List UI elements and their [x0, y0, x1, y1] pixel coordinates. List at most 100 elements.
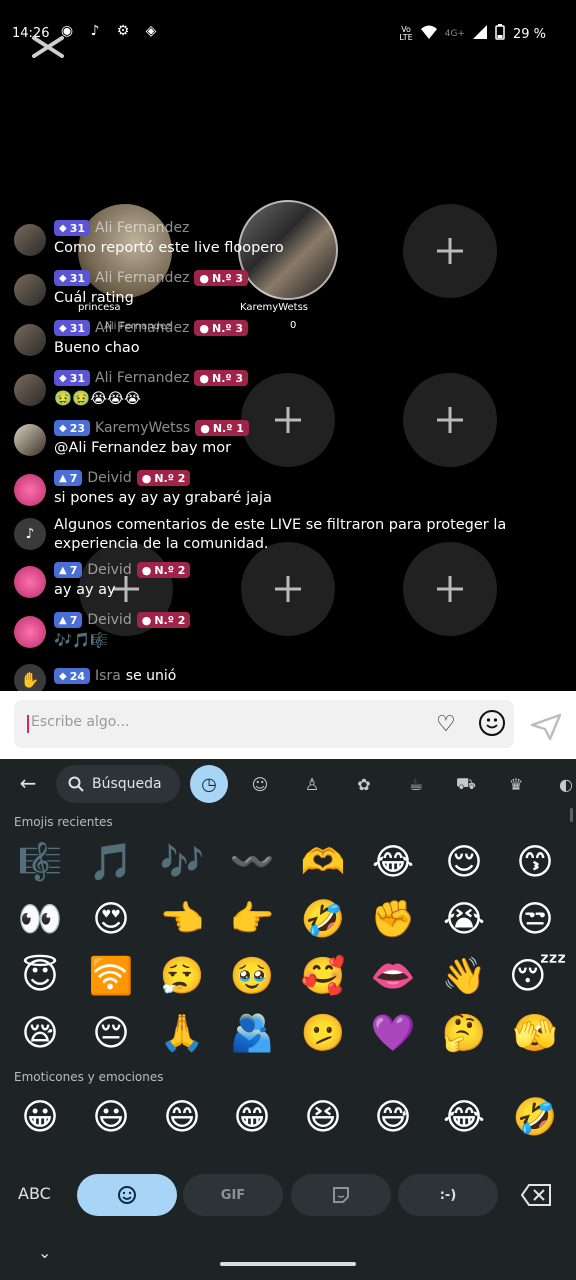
avatar[interactable] [14, 224, 46, 256]
sticker-tab[interactable] [291, 1174, 391, 1216]
objects-bulb-icon[interactable]: ◐ [552, 770, 576, 798]
emoji-key[interactable]: 💜 [367, 1008, 419, 1060]
heart-icon[interactable]: ♡ [436, 712, 462, 737]
status-notification-icons: ◉ ♪ ⚙ ◈ [58, 22, 160, 40]
emoji-key[interactable]: 🎶 [156, 837, 208, 889]
emoji-key[interactable]: 🫂 [226, 1008, 278, 1060]
emoji-key[interactable]: 👀 [14, 894, 66, 946]
capcut-logo-icon [32, 36, 64, 58]
avatar[interactable] [14, 566, 46, 598]
chat-username[interactable]: Deivid [87, 562, 131, 578]
text-cursor [27, 715, 29, 733]
chat-username[interactable]: Ali Fernandez [95, 320, 189, 336]
emoji-key[interactable]: 🤔 [438, 1008, 490, 1060]
chat-username[interactable]: Deivid [87, 612, 131, 628]
emoji-key[interactable]: 😴 [509, 951, 567, 1003]
emoji-key[interactable]: 😁 [226, 1092, 278, 1144]
backspace-icon[interactable] [520, 1183, 552, 1207]
emoji-key[interactable]: 😮‍💨 [156, 951, 208, 1003]
scrollbar[interactable] [570, 808, 573, 822]
back-arrow-icon[interactable]: ← [14, 771, 42, 799]
gif-tab[interactable]: GIF [183, 1174, 283, 1216]
abc-key[interactable]: ABC [18, 1184, 51, 1203]
empty-seat[interactable] [403, 542, 497, 636]
emoji-key[interactable]: 👋 [438, 951, 490, 1003]
chat-text: 🤢🤢😭😭😭 [54, 391, 141, 407]
emoji-key[interactable]: 👄 [367, 951, 419, 1003]
avatar[interactable] [14, 474, 46, 506]
level-badge: ◆ 24 [54, 668, 91, 684]
emoji-key[interactable]: 🎼 [14, 837, 66, 889]
avatar[interactable] [14, 374, 46, 406]
emoji-key[interactable]: 🥰 [297, 951, 349, 1003]
emoji-key[interactable]: 😭 [438, 894, 490, 946]
emoji-key[interactable]: 😌 [438, 837, 490, 889]
emoji-key[interactable]: 🥹 [226, 951, 278, 1003]
triangle-icon: ▲ [59, 614, 67, 626]
emoji-key[interactable]: 😆 [297, 1092, 349, 1144]
chat-text: @Ali Fernandez bay mor [54, 440, 232, 456]
nature-category-icon[interactable]: ✿ [350, 770, 378, 798]
person-category-icon[interactable]: ♙ [298, 770, 326, 798]
emoji-key[interactable]: 👈 [156, 894, 208, 946]
status-bar: 14:26 ◉ ♪ ⚙ ◈ Vo LTE 4G+ 29 % [0, 0, 576, 66]
emoji-key[interactable]: 🫣 [509, 1008, 561, 1060]
chat-username[interactable]: Isra [95, 668, 121, 684]
emoji-key[interactable]: 🛜 [85, 951, 137, 1003]
avatar[interactable] [14, 616, 46, 648]
emoji-key[interactable]: 😇 [14, 951, 66, 1003]
comment-input[interactable]: Escribe algo... ♡ [14, 700, 514, 748]
emoji-search[interactable]: Búsqueda [56, 765, 180, 803]
comment-bar: Escribe algo... ♡ [0, 691, 576, 759]
activity-trophy-icon[interactable]: ♛ [502, 770, 530, 798]
emoji-key[interactable]: 😔 [85, 1008, 137, 1060]
chat-username[interactable]: Deivid [87, 470, 131, 486]
emoji-key[interactable]: 😀 [14, 1092, 66, 1144]
emoji-key[interactable]: 🙏 [156, 1008, 208, 1060]
recent-clock-icon[interactable]: ◷ [190, 765, 228, 803]
emoji-key[interactable]: 😅 [367, 1092, 419, 1144]
emoji-key[interactable]: 😪 [14, 1008, 66, 1060]
hide-keyboard-chevron-icon[interactable]: ⌄ [38, 1243, 51, 1262]
avatar[interactable] [14, 324, 46, 356]
chat-username[interactable]: Ali Fernandez [95, 220, 189, 236]
avatar[interactable] [14, 424, 46, 456]
emoticon-tab[interactable]: :-) [398, 1174, 498, 1216]
emoji-key[interactable]: 〰️ [226, 837, 278, 889]
emoji-key[interactable]: 😂 [367, 837, 419, 889]
emoji-key[interactable]: 😒 [509, 894, 561, 946]
emoji-key[interactable]: 👉 [226, 894, 278, 946]
chat-username[interactable]: KaremyWetss [95, 420, 190, 436]
emoji-key[interactable]: ✊ [367, 894, 419, 946]
empty-seat[interactable] [403, 373, 497, 467]
fan-badge: ● N.º 2 [136, 562, 191, 578]
chat-username[interactable]: Ali Fernandez [95, 270, 189, 286]
level-badge: ◆ 31 [54, 320, 91, 336]
food-category-icon[interactable]: ☕ [402, 770, 430, 798]
send-icon[interactable] [530, 713, 562, 741]
chat-username[interactable]: Ali Fernandez [95, 370, 189, 386]
emoji-key[interactable]: 😃 [85, 1092, 137, 1144]
diamond-icon: ◆ [59, 372, 67, 384]
emoji-key[interactable]: 🎵 [85, 837, 137, 889]
smiley-category-icon[interactable]: ☺ [246, 770, 274, 798]
home-indicator[interactable] [220, 1262, 356, 1266]
emoji-key[interactable]: 🫶 [297, 837, 349, 889]
emoji-key[interactable]: 🤣 [509, 1092, 561, 1144]
avatar[interactable] [14, 274, 46, 306]
emoji-key[interactable]: 🤣 [297, 894, 349, 946]
wifi-icon [420, 25, 437, 43]
emoji-key[interactable]: 🫤 [297, 1008, 349, 1060]
sticker-icon [333, 1187, 349, 1203]
empty-seat[interactable] [403, 204, 497, 298]
empty-seat[interactable] [241, 373, 335, 467]
emoji-tab[interactable] [77, 1174, 177, 1216]
emoji-face-icon[interactable] [479, 710, 505, 736]
emoji-key[interactable]: 😙 [509, 837, 561, 889]
emoji-key[interactable]: 😍 [85, 894, 137, 946]
level-badge: ◆ 31 [54, 370, 91, 386]
empty-seat[interactable] [241, 542, 335, 636]
emoji-key[interactable]: 😂 [438, 1092, 490, 1144]
emoji-key[interactable]: 😄 [156, 1092, 208, 1144]
travel-category-icon[interactable]: ⛟ [452, 770, 480, 798]
